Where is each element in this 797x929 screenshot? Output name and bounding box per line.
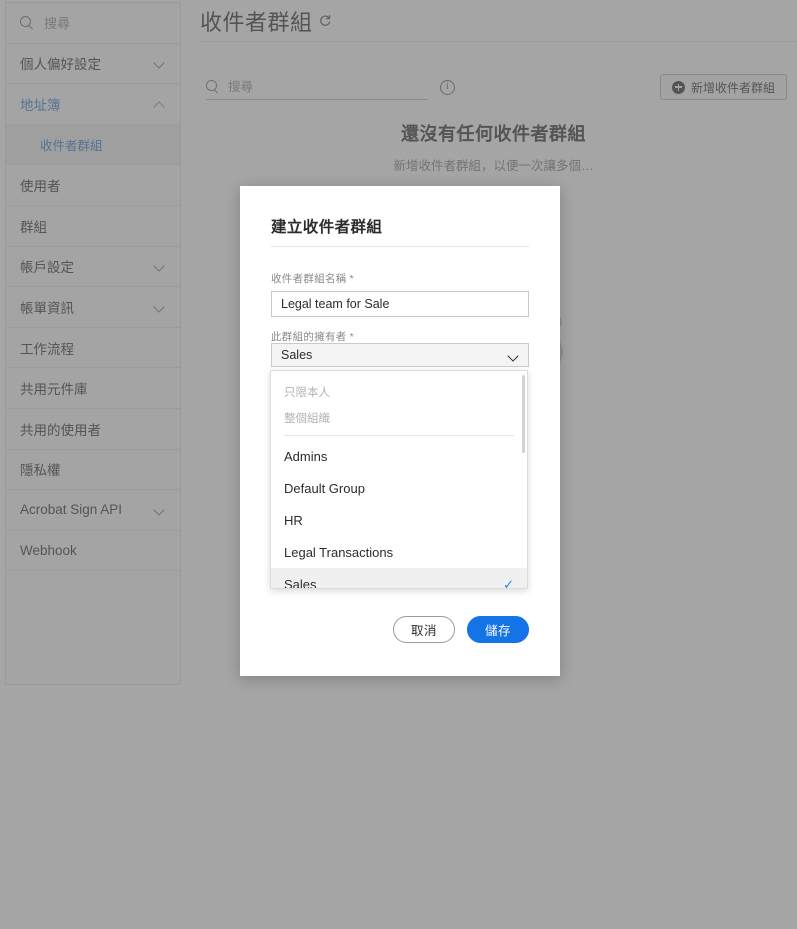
dropdown-separator — [284, 435, 514, 436]
group-name-label: 收件者群組名稱 * — [271, 273, 354, 285]
chevron-down-icon — [508, 350, 519, 361]
dropdown-option-label: Admins — [284, 448, 328, 464]
dropdown-option-label: Sales — [284, 576, 317, 589]
dialog-title: 建立收件者群組 — [271, 219, 383, 236]
dropdown-option-legal-transactions[interactable]: Legal Transactions — [271, 536, 527, 568]
dropdown-option-label: Default Group — [284, 480, 365, 496]
dropdown-option-label: 只限本人 — [284, 387, 330, 399]
cancel-button[interactable]: 取消 — [392, 616, 455, 643]
dropdown-scrollbar[interactable] — [521, 372, 526, 587]
dropdown-option-entire-organization: 整個組織 — [271, 405, 527, 431]
dropdown-option-admins[interactable]: Admins — [271, 440, 527, 472]
check-icon: ✓ — [503, 576, 514, 589]
dropdown-option-default-group[interactable]: Default Group — [271, 472, 527, 504]
dropdown-option-only-me: 只限本人 — [271, 379, 527, 405]
dropdown-option-label: 整個組織 — [284, 413, 330, 425]
dropdown-option-sales[interactable]: Sales ✓ — [271, 568, 527, 589]
dropdown-option-label: Legal Transactions — [284, 544, 394, 560]
dialog-footer: 取消 儲存 — [240, 616, 529, 643]
group-owner-label: 此群組的擁有者 * — [271, 331, 354, 343]
group-owner-dropdown: 只限本人 整個組織 Admins Default Group HR Legal … — [270, 370, 528, 589]
dropdown-scrollbar-thumb[interactable] — [521, 375, 525, 453]
save-button[interactable]: 儲存 — [466, 616, 529, 643]
dropdown-option-hr[interactable]: HR — [271, 504, 527, 536]
dropdown-option-label: HR — [284, 512, 303, 528]
group-name-input[interactable] — [271, 291, 529, 317]
dialog-divider — [271, 246, 529, 247]
group-owner-selected-value: Sales — [281, 348, 313, 362]
group-owner-select[interactable]: Sales — [271, 343, 529, 367]
